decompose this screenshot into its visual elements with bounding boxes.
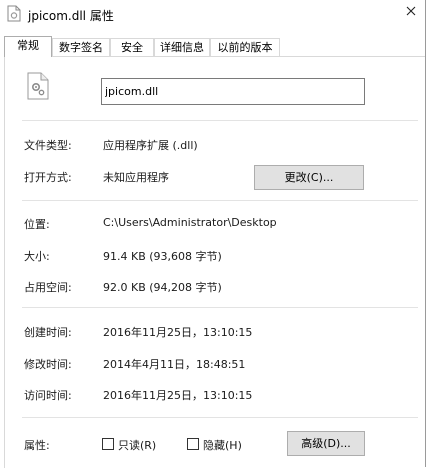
size-label: 大小: — [24, 250, 50, 263]
divider — [22, 307, 418, 308]
hidden-checkbox[interactable] — [187, 438, 199, 450]
attributes-label: 属性: — [24, 439, 50, 452]
file-type-label: 文件类型: — [24, 139, 72, 152]
accessed-label: 访问时间: — [24, 389, 72, 402]
open-with-value: 未知应用程序 — [103, 171, 169, 184]
open-with-label: 打开方式: — [24, 171, 72, 184]
disk-size-label: 占用空间: — [24, 281, 72, 294]
file-name-input[interactable] — [101, 78, 365, 105]
accessed-value: 2016年11月25日，13:10:15 — [103, 389, 253, 402]
divider — [22, 200, 418, 201]
close-icon[interactable] — [396, 0, 426, 26]
readonly-checkbox[interactable] — [102, 438, 114, 450]
window-title: jpicom.dll 属性 — [28, 9, 114, 23]
divider — [22, 120, 418, 121]
hidden-checkbox-label[interactable]: 隐藏(H) — [203, 437, 242, 453]
size-value: 91.4 KB (93,608 字节) — [103, 250, 222, 263]
file-type-value: 应用程序扩展 (.dll) — [103, 139, 198, 152]
tab-security[interactable]: 安全 — [110, 38, 154, 56]
tab-general[interactable]: 常规 — [4, 36, 52, 57]
created-value: 2016年11月25日，13:10:15 — [103, 326, 253, 339]
change-button[interactable]: 更改(C)... — [254, 165, 364, 190]
modified-value: 2014年4月11日，18:48:51 — [103, 358, 246, 371]
location-label: 位置: — [24, 218, 50, 231]
created-label: 创建时间: — [24, 326, 72, 339]
title-bar: jpicom.dll 属性 — [0, 0, 426, 30]
readonly-checkbox-label[interactable]: 只读(R) — [118, 437, 156, 453]
modified-label: 修改时间: — [24, 358, 72, 371]
tab-previous-versions[interactable]: 以前的版本 — [210, 38, 280, 56]
location-value: C:\Users\Administrator\Desktop — [103, 216, 277, 229]
file-properties-icon — [7, 5, 21, 22]
disk-size-value: 92.0 KB (94,208 字节) — [103, 281, 222, 294]
dll-file-gear-icon — [27, 72, 49, 100]
divider — [22, 417, 418, 418]
tab-digital-signatures[interactable]: 数字签名 — [52, 38, 110, 56]
advanced-button[interactable]: 高级(D)... — [287, 431, 365, 456]
tab-strip: 常规 数字签名 安全 详细信息 以前的版本 — [0, 36, 426, 57]
tab-details[interactable]: 详细信息 — [154, 38, 210, 56]
